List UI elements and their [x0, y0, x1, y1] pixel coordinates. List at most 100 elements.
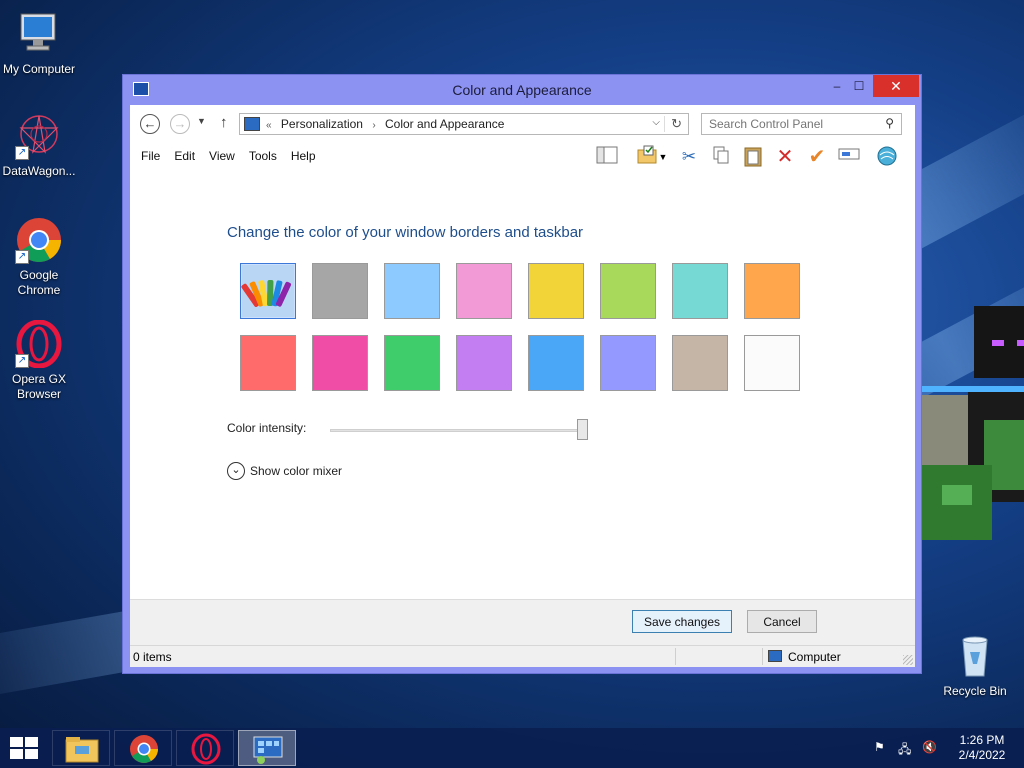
color-swatch-orange[interactable] [744, 263, 800, 319]
taskbar-control-panel[interactable] [238, 730, 296, 766]
color-swatch-magenta[interactable] [312, 335, 368, 391]
address-bar[interactable]: « Personalization › Color and Appearance… [239, 113, 689, 135]
wallpaper-minecraft-characters [922, 300, 1024, 540]
desktop-icon-my-computer[interactable]: My Computer [0, 10, 78, 77]
theme-globe-icon[interactable] [875, 145, 899, 169]
window-client-area: ← → ▼ ↑ « Personalization › Color and Ap… [130, 105, 915, 667]
menu-tools[interactable]: Tools [242, 149, 284, 163]
cancel-button[interactable]: Cancel [747, 610, 817, 633]
color-intensity-slider-track[interactable] [330, 429, 588, 432]
menu-help[interactable]: Help [284, 149, 323, 163]
opera-gx-icon: ↗ [15, 319, 63, 369]
save-changes-button[interactable]: Save changes [632, 610, 732, 633]
taskbar-google-chrome[interactable] [114, 730, 172, 766]
rename-icon[interactable] [837, 145, 861, 169]
color-and-appearance-window: Color and Appearance – ☐ ✕ ← → ▼ ↑ « Per… [122, 74, 922, 674]
color-swatch-twilight[interactable] [384, 263, 440, 319]
action-center-flag-icon[interactable]: ⚑ [874, 740, 885, 754]
navigation-bar: ← → ▼ ↑ « Personalization › Color and Ap… [130, 105, 915, 141]
button-footer: Save changes Cancel [130, 599, 915, 645]
shortcut-arrow-icon: ↗ [15, 354, 29, 368]
search-box[interactable]: ⚲ [701, 113, 902, 135]
desktop-icon-opera-gx[interactable]: ↗ Opera GX Browser [0, 319, 78, 402]
apply-check-icon[interactable]: ✔ [805, 145, 829, 169]
status-location: Computer [788, 650, 841, 664]
desktop-icon-recycle-bin[interactable]: Recycle Bin [936, 632, 1014, 699]
color-swatch-lime[interactable] [600, 263, 656, 319]
window-title: Color and Appearance [452, 82, 592, 98]
recycle-bin-icon [951, 632, 999, 680]
desktop-icon-datawagon[interactable]: ↗ DataWagon... [0, 112, 78, 179]
preview-pane-icon[interactable] [595, 145, 619, 169]
color-swatch-blue[interactable] [528, 335, 584, 391]
copy-icon[interactable] [709, 145, 733, 169]
volume-muted-icon[interactable]: 🔇 [922, 740, 937, 754]
refresh-icon[interactable]: ↻ [664, 116, 682, 132]
color-swatch-lavender[interactable] [600, 335, 656, 391]
computer-icon [15, 10, 63, 58]
folder-icon [65, 737, 99, 763]
menu-file[interactable]: File [134, 149, 167, 163]
breadcrumb-personalization[interactable]: Personalization [281, 117, 363, 131]
color-swatch-sea[interactable] [456, 263, 512, 319]
maximize-button[interactable]: ☐ [845, 75, 873, 97]
breadcrumb-separator-icon[interactable]: › [372, 120, 375, 131]
datawagon-icon: ↗ [15, 112, 63, 160]
properties-dropdown-icon[interactable]: ▼ [657, 145, 669, 169]
search-icon[interactable]: ⚲ [885, 116, 894, 130]
address-dropdown-icon[interactable]: ⌵ [652, 117, 660, 128]
chevron-down-icon: ⌄ [227, 462, 245, 480]
resize-grip[interactable] [903, 655, 913, 665]
taskbar-opera-gx[interactable] [176, 730, 234, 766]
close-button[interactable]: ✕ [873, 75, 919, 97]
menu-edit[interactable]: Edit [167, 149, 202, 163]
title-bar[interactable]: Color and Appearance – ☐ ✕ [123, 75, 921, 105]
taskbar-file-explorer[interactable] [52, 730, 110, 766]
taskbar-clock[interactable]: 1:26 PM 2/4/2022 [952, 733, 1012, 763]
forward-arrow-icon[interactable]: → [170, 114, 190, 134]
color-swatch-green[interactable] [384, 335, 440, 391]
chrome-icon: ↗ [15, 216, 63, 264]
network-icon[interactable]: 🖧 [898, 740, 911, 761]
delete-icon[interactable]: ✕ [773, 145, 797, 169]
recent-locations-dropdown-icon[interactable]: ▼ [197, 116, 206, 126]
up-arrow-icon[interactable]: ↑ [220, 114, 228, 131]
color-swatch-leaf[interactable] [528, 263, 584, 319]
opera-gx-icon [191, 733, 221, 765]
control-panel-icon [244, 117, 260, 131]
computer-icon [768, 650, 782, 662]
color-swatch-white[interactable] [744, 335, 800, 391]
color-swatch-aqua[interactable] [672, 263, 728, 319]
shortcut-arrow-icon: ↗ [15, 146, 29, 160]
menu-view[interactable]: View [202, 149, 242, 163]
color-intensity-label: Color intensity: [227, 421, 307, 435]
breadcrumb-overflow-icon[interactable]: « [266, 120, 272, 131]
properties-folder-icon[interactable] [635, 145, 659, 169]
back-arrow-icon[interactable]: ← [140, 114, 160, 134]
item-count: 0 items [133, 650, 172, 664]
windows-start-icon[interactable] [10, 737, 38, 759]
automatic-color-palette-icon [240, 276, 292, 308]
chrome-icon [130, 735, 158, 763]
page-heading: Change the color of your window borders … [227, 224, 584, 241]
search-input[interactable] [702, 114, 872, 134]
breadcrumb-color-and-appearance[interactable]: Color and Appearance [385, 117, 504, 131]
clock-time: 1:26 PM [959, 733, 1005, 747]
color-swatch-sky[interactable] [312, 263, 368, 319]
desktop-icon-label: Recycle Bin [943, 684, 1007, 698]
menu-toolbar-row: File Edit View Tools Help ▼ ✂ ✕ ✔ [130, 141, 915, 173]
color-swatch-violet[interactable] [456, 335, 512, 391]
paste-icon[interactable] [741, 145, 765, 169]
color-swatch-red[interactable] [240, 335, 296, 391]
status-bar: 0 items Computer [130, 645, 915, 667]
control-panel-icon [253, 736, 283, 764]
menu-bar: File Edit View Tools Help [134, 149, 323, 163]
breadcrumb: « Personalization › Color and Appearance [266, 117, 510, 131]
show-color-mixer-toggle[interactable]: ⌄ Show color mixer [227, 462, 342, 480]
desktop-icon-google-chrome[interactable]: ↗ Google Chrome [0, 216, 78, 298]
color-swatch-automatic[interactable] [240, 263, 296, 319]
color-swatch-taupe[interactable] [672, 335, 728, 391]
cut-icon[interactable]: ✂ [677, 145, 701, 169]
clock-date: 2/4/2022 [958, 748, 1006, 762]
color-intensity-slider-thumb[interactable] [576, 419, 588, 440]
